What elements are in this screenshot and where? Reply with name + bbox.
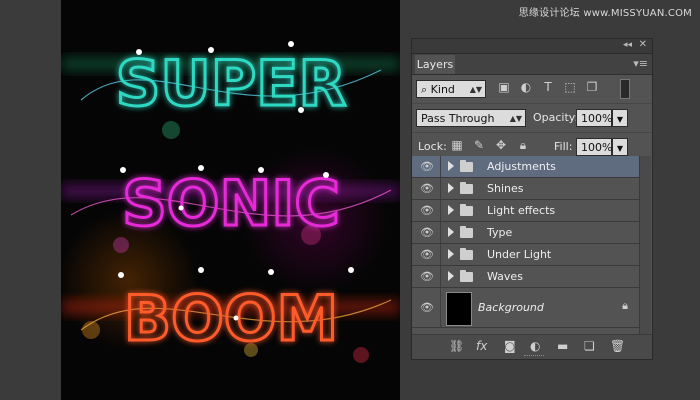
layer-type[interactable]: 👁︎ Type: [412, 222, 640, 244]
folder-icon: [460, 182, 473, 194]
layers-panel: ◂◂ ✕ Layers ▾≡ ⌕ Kind ▲▼ ▣ ◐ T ⬚ ❐ Pass …: [411, 38, 653, 360]
eye-icon[interactable]: 👁︎: [420, 270, 434, 283]
artwork-illustration: SUPER SONIC BOOM: [61, 41, 400, 363]
layer-name: Under Light: [487, 248, 552, 261]
bokeh-dot: [353, 347, 369, 363]
folder-icon: [460, 226, 473, 238]
layer-name: Shines: [487, 182, 524, 195]
folder-icon: [460, 204, 473, 216]
blend-mode-value: Pass Through: [421, 112, 495, 125]
expand-triangle-icon[interactable]: [448, 249, 454, 259]
opacity-label: Opacity:: [533, 111, 579, 124]
expand-triangle-icon[interactable]: [448, 271, 454, 281]
lock-position-move-icon[interactable]: ✥: [494, 138, 508, 152]
layer-name: Adjustments: [487, 160, 556, 173]
artwork-line-2: SONIC: [122, 167, 340, 240]
artwork-line-3: BOOM: [124, 282, 338, 355]
watermark: 思缘设计论坛 www.MISSYUAN.COM: [518, 8, 692, 19]
document-canvas[interactable]: SUPER SONIC BOOM: [61, 0, 400, 400]
layer-list: 👁︎ Adjustments 👁︎ Shines 👁︎ Light effect…: [412, 156, 640, 336]
layer-waves[interactable]: 👁︎ Waves: [412, 266, 640, 288]
updown-arrow-icon: ▲▼: [509, 114, 522, 123]
layer-light-effects[interactable]: 👁︎ Light effects: [412, 200, 640, 222]
new-group-folder-icon[interactable]: ▬: [557, 339, 568, 353]
type-filter-icon[interactable]: T: [541, 80, 555, 94]
filter-toggle-switch[interactable]: [620, 79, 630, 99]
layer-under-light[interactable]: 👁︎ Under Light: [412, 244, 640, 266]
layer-name: Light effects: [487, 204, 556, 217]
expand-triangle-icon[interactable]: [448, 183, 454, 193]
layer-name: Background: [478, 301, 544, 314]
link-layers-icon[interactable]: ⛓: [449, 339, 464, 353]
eye-icon[interactable]: 👁︎: [420, 182, 434, 195]
eye-icon[interactable]: 👁︎: [420, 226, 434, 239]
fill-label: Fill:: [554, 140, 573, 153]
pixel-filter-icon[interactable]: ▣: [497, 80, 511, 94]
add-mask-icon[interactable]: ◙: [504, 339, 516, 353]
layer-name: Waves: [487, 270, 523, 283]
collapse-icon[interactable]: ◂◂: [623, 40, 632, 50]
lock-image-brush-icon[interactable]: ✎: [472, 138, 486, 152]
fill-dropdown-button[interactable]: ▼: [612, 138, 628, 156]
filter-kind-select[interactable]: ⌕ Kind ▲▼: [416, 80, 486, 98]
adjustment-filter-icon[interactable]: ◐: [519, 80, 533, 94]
layer-background[interactable]: 👁︎ Background 🔒︎: [412, 288, 640, 328]
filter-kind-label: Kind: [430, 83, 455, 96]
layer-list-scrollbar[interactable]: [639, 156, 651, 336]
layer-adjustments[interactable]: 👁︎ Adjustments: [412, 156, 640, 178]
opacity-input[interactable]: 100%: [576, 109, 612, 127]
expand-triangle-icon[interactable]: [448, 227, 454, 237]
folder-icon: [460, 270, 473, 282]
new-layer-icon[interactable]: ❏: [584, 339, 595, 353]
smart-object-filter-icon[interactable]: ❐: [585, 80, 599, 94]
panel-title-bar[interactable]: ◂◂ ✕: [412, 39, 652, 54]
eye-icon[interactable]: 👁︎: [420, 204, 434, 217]
fill-input[interactable]: 100%: [576, 138, 612, 156]
delete-layer-trash-icon[interactable]: 🗑︎: [610, 339, 625, 353]
updown-arrow-icon: ▲▼: [469, 85, 482, 94]
blend-row: Pass Through ▲▼ Opacity: 100% ▼: [412, 104, 652, 133]
layer-thumbnail: [446, 292, 472, 326]
new-adjustment-layer-icon[interactable]: ◐: [530, 339, 540, 353]
opacity-dropdown-button[interactable]: ▼: [612, 109, 628, 127]
folder-icon: [460, 160, 473, 172]
layer-shines[interactable]: 👁︎ Shines: [412, 178, 640, 200]
bokeh-dot: [162, 121, 180, 139]
resize-grip[interactable]: [524, 355, 544, 358]
layer-name: Type: [487, 226, 513, 239]
blend-mode-select[interactable]: Pass Through ▲▼: [416, 109, 526, 127]
eye-icon[interactable]: 👁︎: [420, 248, 434, 261]
filter-row: ⌕ Kind ▲▼ ▣ ◐ T ⬚ ❐: [412, 75, 652, 104]
lock-all-icon[interactable]: 🔒︎: [516, 138, 530, 153]
eye-icon[interactable]: 👁︎: [420, 301, 434, 314]
panel-menu-icon[interactable]: ▾≡: [633, 57, 648, 70]
expand-triangle-icon[interactable]: [448, 205, 454, 215]
layer-style-fx-icon[interactable]: fx: [476, 339, 487, 353]
shape-filter-icon[interactable]: ⬚: [563, 80, 577, 94]
artwork-line-1: SUPER: [116, 47, 347, 120]
chevron-down-icon: ▼: [616, 115, 624, 124]
folder-icon: [460, 248, 473, 260]
expand-triangle-icon[interactable]: [448, 161, 454, 171]
panel-tab-bar: Layers ▾≡: [412, 54, 652, 75]
close-icon[interactable]: ✕: [639, 39, 647, 50]
tab-layers[interactable]: Layers: [415, 55, 455, 74]
lock-icon: 🔒︎: [622, 299, 628, 312]
search-icon: ⌕: [421, 83, 431, 96]
lock-transparent-icon[interactable]: ▦: [450, 138, 464, 152]
chevron-down-icon: ▼: [616, 144, 624, 153]
panel-bottom-bar: ⛓ fx ◙ ◐ ▬ ❏ 🗑︎: [412, 334, 652, 359]
lock-label: Lock:: [418, 140, 447, 153]
eye-icon[interactable]: 👁︎: [420, 160, 434, 173]
